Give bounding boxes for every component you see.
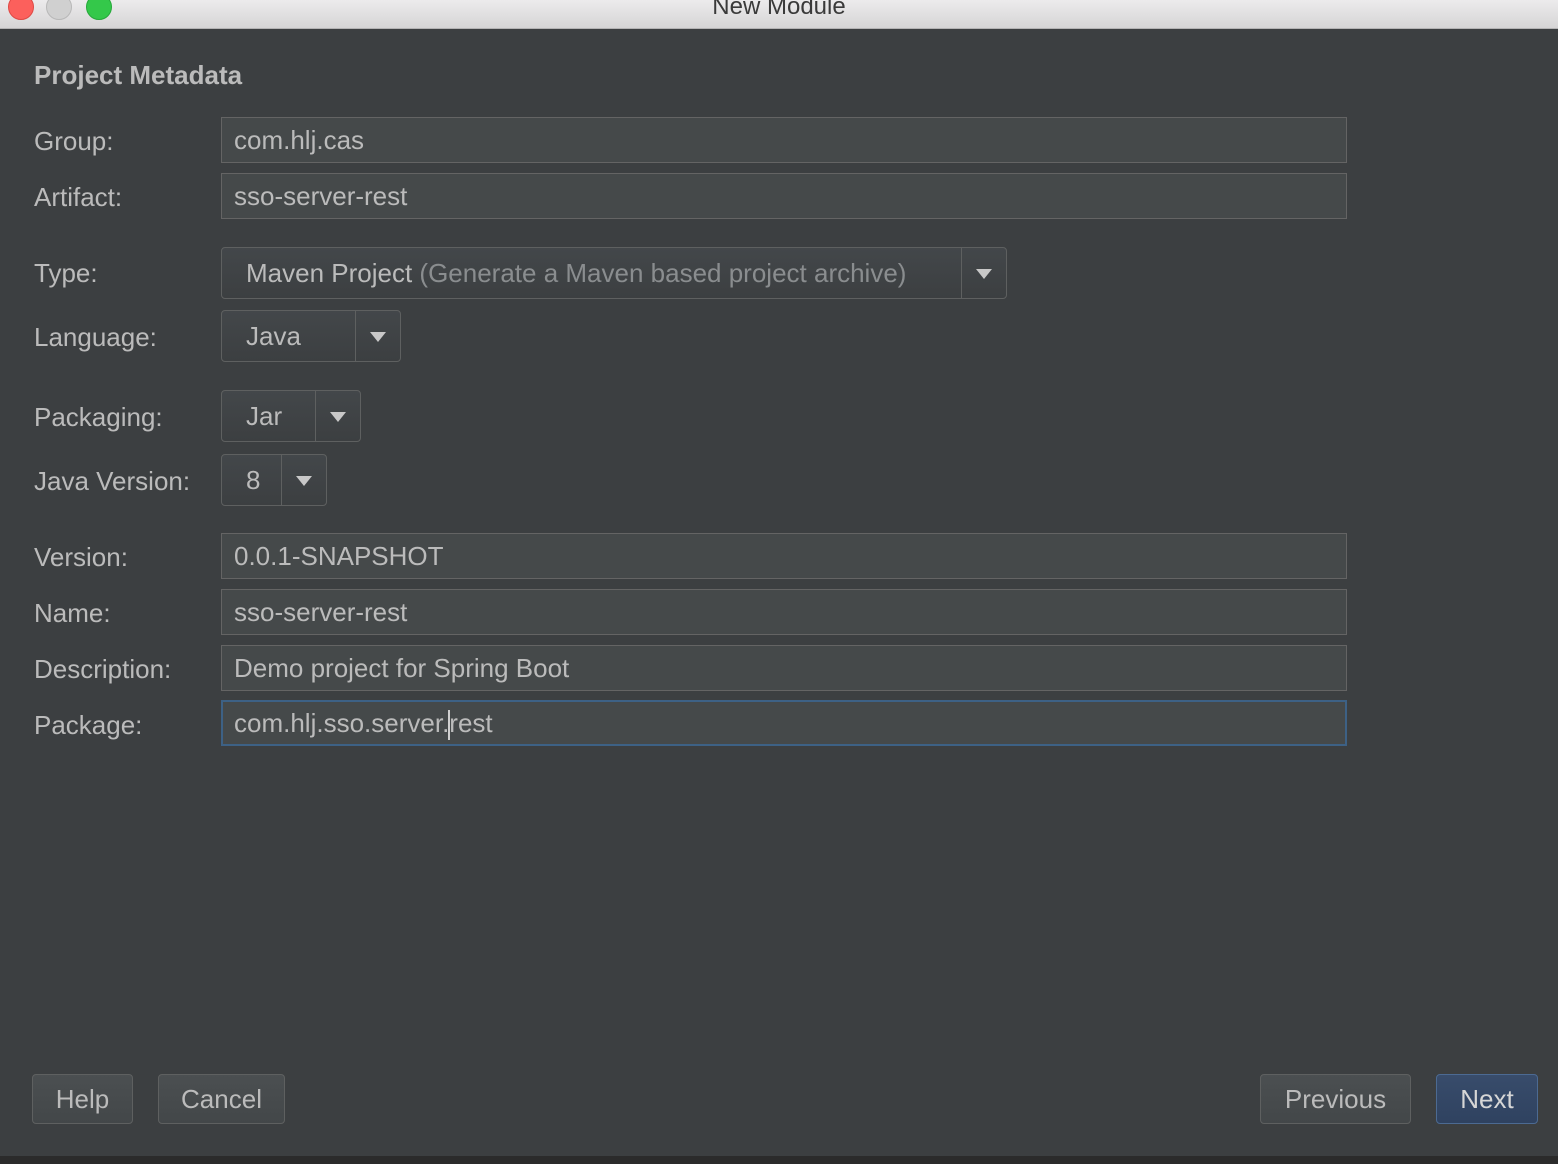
type-label: Type: bbox=[34, 258, 98, 288]
version-label: Version: bbox=[34, 542, 128, 572]
package-value-start: com.hlj.sso.server. bbox=[234, 708, 450, 738]
type-value: Maven Project (Generate a Maven based pr… bbox=[246, 258, 907, 288]
group-label: Group: bbox=[34, 126, 114, 156]
section-title: Project Metadata bbox=[34, 60, 243, 90]
description-field[interactable]: Demo project for Spring Boot bbox=[221, 645, 1347, 691]
cancel-button[interactable]: Cancel bbox=[158, 1074, 285, 1124]
type-combo[interactable]: Maven Project (Generate a Maven based pr… bbox=[221, 247, 1007, 299]
packaging-dropdown-button[interactable] bbox=[315, 391, 360, 441]
language-label: Language: bbox=[34, 322, 157, 352]
version-field[interactable]: 0.0.1-SNAPSHOT bbox=[221, 533, 1347, 579]
chevron-down-icon bbox=[370, 332, 386, 342]
new-module-dialog: New Module Project Metadata Group: com.h… bbox=[0, 0, 1558, 1164]
package-label: Package: bbox=[34, 710, 143, 740]
packaging-combo[interactable]: Jar bbox=[221, 390, 361, 442]
package-value-end: rest bbox=[449, 708, 493, 738]
type-dropdown-button[interactable] bbox=[961, 248, 1006, 298]
language-combo[interactable]: Java bbox=[221, 310, 401, 362]
chevron-down-icon bbox=[330, 412, 346, 422]
name-field[interactable]: sso-server-rest bbox=[221, 589, 1347, 635]
window-title: New Module bbox=[712, 0, 846, 20]
java-version-combo[interactable]: 8 bbox=[221, 454, 327, 506]
group-field[interactable]: com.hlj.cas bbox=[221, 117, 1347, 163]
java-version-value: 8 bbox=[246, 465, 261, 495]
window-bottom-edge bbox=[0, 1156, 1558, 1164]
type-hint: (Generate a Maven based project archive) bbox=[419, 258, 907, 288]
chevron-down-icon bbox=[976, 269, 992, 279]
artifact-label: Artifact: bbox=[34, 182, 123, 212]
language-dropdown-button[interactable] bbox=[355, 311, 400, 361]
chevron-down-icon bbox=[296, 476, 312, 486]
packaging-label: Packaging: bbox=[34, 402, 163, 432]
packaging-value: Jar bbox=[246, 401, 283, 431]
java-version-label: Java Version: bbox=[34, 466, 191, 496]
previous-button[interactable]: Previous bbox=[1260, 1074, 1411, 1124]
title-bar: New Module bbox=[0, 0, 1558, 29]
package-field[interactable]: com.hlj.sso.server.rest bbox=[221, 700, 1347, 746]
description-label: Description: bbox=[34, 654, 172, 684]
java-version-dropdown-button[interactable] bbox=[281, 455, 326, 505]
artifact-field[interactable]: sso-server-rest bbox=[221, 173, 1347, 219]
help-button[interactable]: Help bbox=[32, 1074, 133, 1124]
next-button[interactable]: Next bbox=[1436, 1074, 1538, 1124]
language-value: Java bbox=[246, 321, 301, 351]
name-label: Name: bbox=[34, 598, 111, 628]
